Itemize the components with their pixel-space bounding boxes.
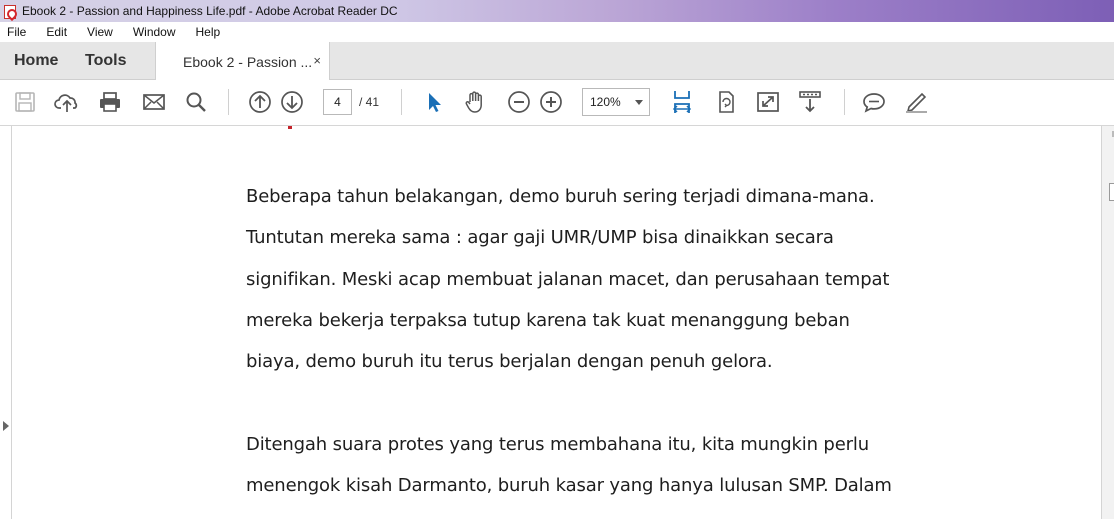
menu-bar: File Edit View Window Help — [0, 22, 1114, 42]
menu-view[interactable]: View — [84, 23, 116, 41]
document-tab-label: Ebook 2 - Passion ... — [183, 53, 313, 70]
menu-window[interactable]: Window — [130, 23, 179, 41]
zoom-select[interactable]: 120% — [582, 88, 650, 116]
page-up-icon[interactable] — [247, 89, 273, 115]
save-icon[interactable] — [12, 89, 38, 115]
comment-icon[interactable] — [861, 89, 887, 115]
page-down-icon[interactable] — [279, 89, 305, 115]
email-icon[interactable] — [141, 89, 167, 115]
expand-arrow-icon — [3, 421, 9, 431]
text-line: Beberapa tahun belakangan, demo buruh se… — [246, 186, 875, 207]
scrollbar-thumb[interactable] — [1109, 183, 1114, 201]
chevron-down-icon — [635, 100, 643, 105]
pdf-file-icon — [4, 4, 16, 19]
tab-document[interactable]: Ebook 2 - Passion ... × — [155, 42, 330, 81]
zoom-out-icon[interactable] — [506, 89, 532, 115]
page-content: Beberapa tahun belakangan, demo buruh se… — [246, 182, 966, 512]
page-mark — [288, 126, 292, 129]
navigation-pane-toggle[interactable] — [0, 126, 12, 519]
full-screen-icon[interactable] — [755, 89, 781, 115]
vertical-scrollbar[interactable] — [1101, 126, 1114, 519]
tab-home[interactable]: Home — [14, 42, 58, 80]
menu-file[interactable]: File — [4, 23, 29, 41]
text-line: biaya, demo buruh itu terus berjalan den… — [246, 351, 773, 373]
search-icon[interactable] — [183, 89, 209, 115]
print-icon[interactable] — [97, 89, 123, 115]
close-tab-icon[interactable]: × — [313, 53, 321, 68]
text-line: menengok kisah Darmanto, buruh kasar yan… — [246, 475, 892, 497]
title-bar: Ebook 2 - Passion and Happiness Life.pdf… — [0, 0, 1114, 22]
text-line: mereka bekerja terpaksa tutup karena tak… — [246, 309, 850, 331]
text-line: Ditengah suara protes yang terus membaha… — [246, 433, 869, 455]
text-line: Tuntutan mereka sama : agar gaji UMR/UMP… — [246, 227, 834, 249]
menu-help[interactable]: Help — [193, 23, 224, 41]
select-arrow-icon[interactable] — [420, 89, 446, 115]
toolbar-separator — [228, 89, 229, 115]
tab-bar: Home Tools Ebook 2 - Passion ... × — [0, 42, 1114, 81]
sign-icon[interactable] — [903, 89, 929, 115]
zoom-value: 120% — [590, 95, 621, 109]
zoom-in-icon[interactable] — [538, 89, 564, 115]
scroll-mode-icon[interactable] — [797, 89, 823, 115]
fit-page-icon[interactable] — [669, 89, 695, 115]
toolbar-separator — [401, 89, 402, 115]
upload-cloud-icon[interactable] — [54, 89, 80, 115]
menu-edit[interactable]: Edit — [43, 23, 70, 41]
text-line: signifikan. Meski acap membuat jalanan m… — [246, 268, 890, 290]
page-number-input[interactable]: 4 — [323, 89, 352, 115]
page-total: / 41 — [359, 95, 380, 109]
tab-tools[interactable]: Tools — [85, 42, 126, 80]
document-view[interactable]: Beberapa tahun belakangan, demo buruh se… — [0, 126, 1114, 519]
hand-icon[interactable] — [462, 89, 488, 115]
rotate-icon[interactable] — [713, 89, 739, 115]
toolbar — [0, 80, 1114, 126]
window-title: Ebook 2 - Passion and Happiness Life.pdf… — [22, 4, 398, 18]
toolbar-separator — [844, 89, 845, 115]
